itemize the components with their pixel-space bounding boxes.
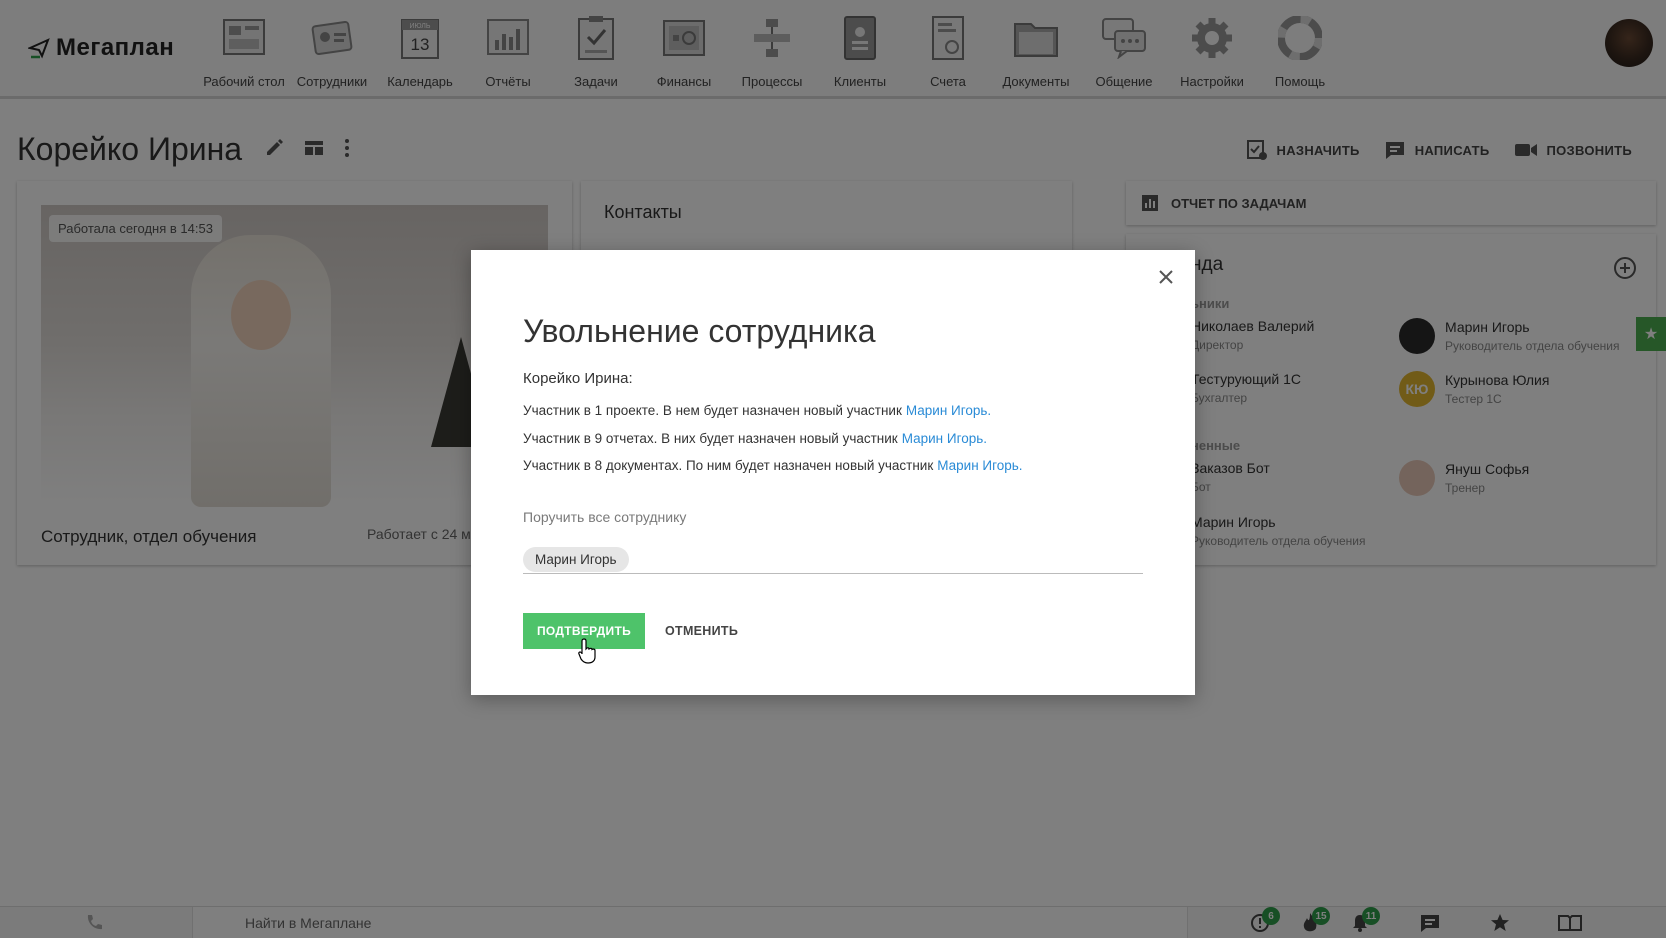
- dialog-title: Увольнение сотрудника: [523, 313, 876, 349]
- dialog-subject: Корейко Ирина:: [523, 370, 633, 387]
- hand-cursor-icon: [578, 638, 596, 664]
- assignee-link[interactable]: Марин Игорь.: [937, 458, 1022, 473]
- reassign-line: Участник в 1 проекте. В нем будет назнач…: [523, 403, 992, 418]
- assignee-chip[interactable]: Марин Игорь: [523, 547, 629, 572]
- assignee-link[interactable]: Марин Игорь.: [902, 431, 987, 446]
- assignee-field[interactable]: Марин Игорь: [523, 547, 1143, 574]
- assign-all-link[interactable]: Поручить все сотруднику: [523, 509, 686, 525]
- reassign-line: Участник в 9 отчетах. В них будет назнач…: [523, 431, 987, 446]
- close-button[interactable]: [1153, 264, 1179, 290]
- dismiss-employee-dialog: Увольнение сотрудника Корейко Ирина: Уча…: [471, 250, 1195, 695]
- assignee-link[interactable]: Марин Игорь.: [906, 403, 991, 418]
- cancel-button[interactable]: ОТМЕНИТЬ: [655, 613, 748, 649]
- close-icon: [1159, 270, 1173, 284]
- reassign-line: Участник в 8 документах. По ним будет на…: [523, 458, 1023, 473]
